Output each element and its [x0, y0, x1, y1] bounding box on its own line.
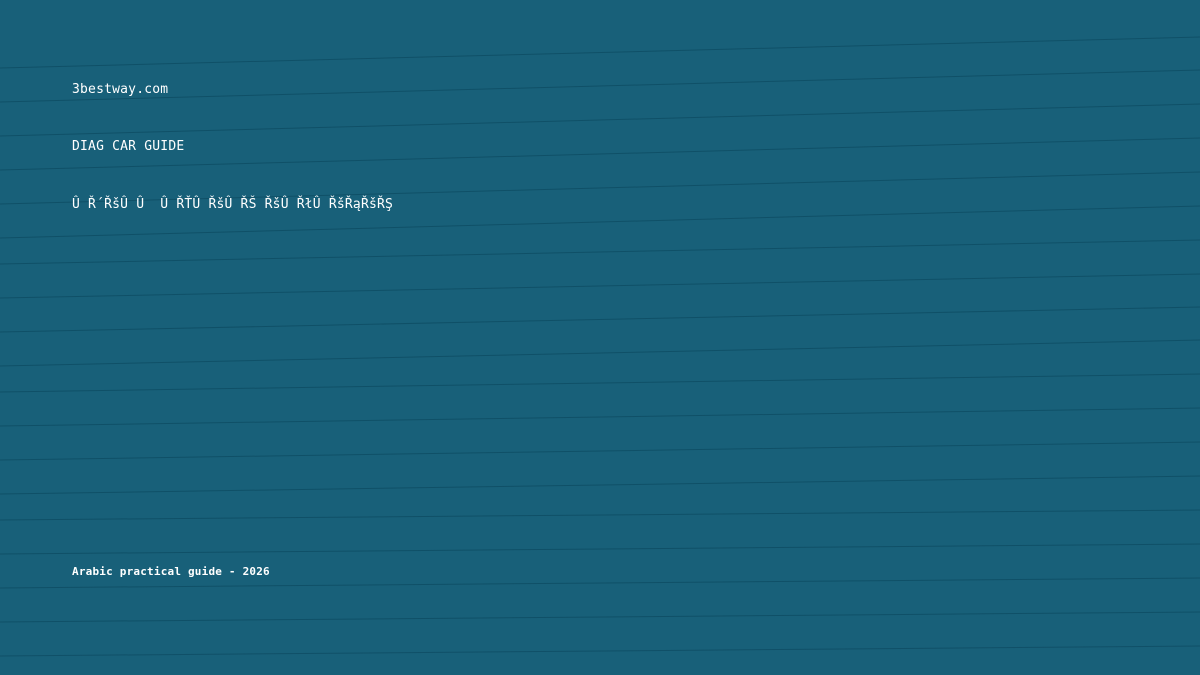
- footer-text: Arabic practical guide - 2026: [72, 565, 270, 578]
- subtitle-text: Û Ř´ŘšÛ Û Û ŘŤÛ ŘšÛ ŘŠ ŘšÛ ŘłÛ ŘšŘąŘšŘŞ: [72, 197, 394, 212]
- site-name: 3bestway.com: [72, 82, 169, 97]
- page-title: DIAG CAR GUIDE: [72, 139, 185, 154]
